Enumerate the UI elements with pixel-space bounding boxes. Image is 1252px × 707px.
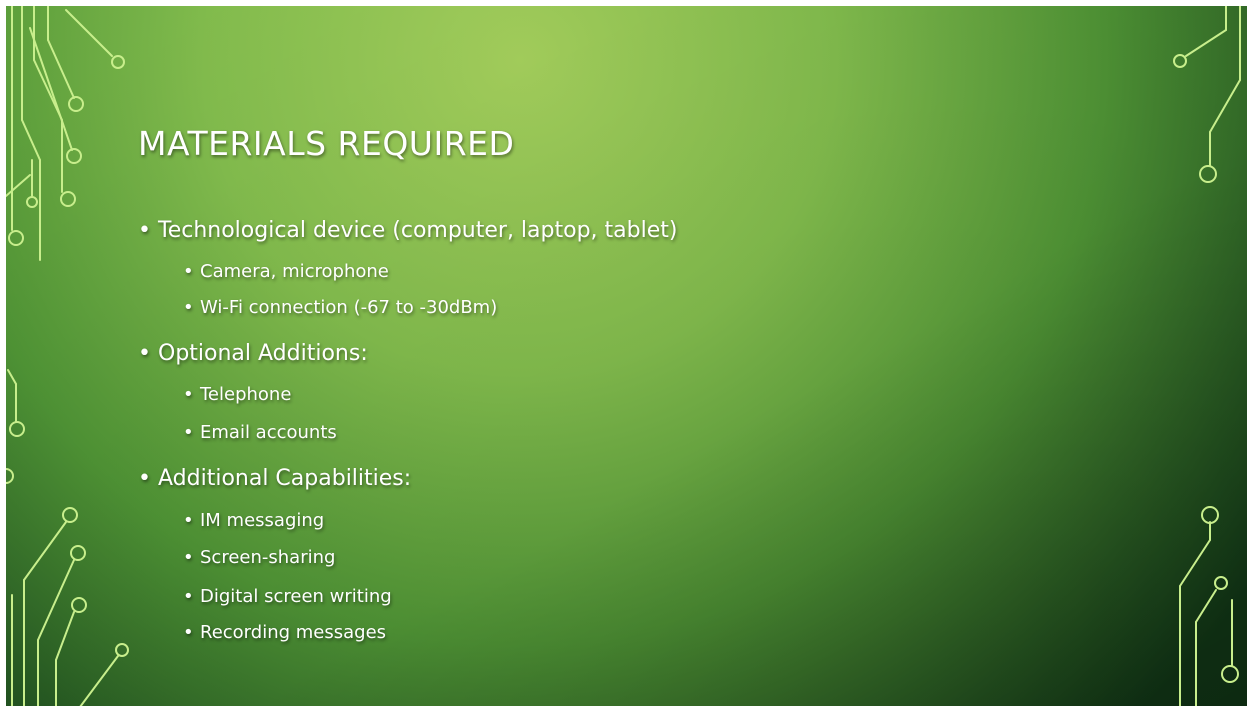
bullet-icon: • bbox=[183, 422, 194, 443]
bullet-text: Optional Additions: bbox=[158, 341, 368, 366]
sub-bullet-item: • Wi-Fi connection (-67 to -30dBm) bbox=[183, 297, 497, 318]
sub-bullet-item: • Camera, microphone bbox=[183, 261, 389, 282]
bullet-icon: • bbox=[138, 218, 151, 243]
sub-bullet-item: • Telephone bbox=[183, 384, 291, 405]
bullet-item: • Technological device (computer, laptop,… bbox=[138, 218, 677, 243]
bullet-icon: • bbox=[183, 547, 194, 568]
sub-bullet-item: • Digital screen writing bbox=[183, 586, 392, 607]
sub-bullet-item: • Email accounts bbox=[183, 422, 337, 443]
bullet-icon: • bbox=[183, 297, 194, 318]
bullet-icon: • bbox=[183, 510, 194, 531]
bullet-item: • Additional Capabilities: bbox=[138, 466, 411, 491]
sub-bullet-text: Wi-Fi connection (-67 to -30dBm) bbox=[200, 297, 498, 318]
sub-bullet-text: Camera, microphone bbox=[200, 261, 389, 282]
bullet-icon: • bbox=[138, 341, 151, 366]
sub-bullet-text: Recording messages bbox=[200, 622, 387, 643]
sub-bullet-text: Telephone bbox=[200, 384, 292, 405]
bullet-icon: • bbox=[183, 261, 194, 282]
sub-bullet-text: Screen-sharing bbox=[200, 547, 336, 568]
bullet-text: Technological device (computer, laptop, … bbox=[158, 218, 678, 243]
slide: MATERIALS REQUIRED • Technological device… bbox=[0, 0, 1252, 707]
sub-bullet-text: Email accounts bbox=[200, 422, 337, 443]
bullet-text: Additional Capabilities: bbox=[158, 466, 412, 491]
slide-content: MATERIALS REQUIRED • Technological device… bbox=[0, 0, 1252, 707]
sub-bullet-item: • Recording messages bbox=[183, 622, 386, 643]
bullet-icon: • bbox=[138, 466, 151, 491]
bullet-icon: • bbox=[183, 586, 194, 607]
bullet-item: • Optional Additions: bbox=[138, 341, 368, 366]
sub-bullet-item: • Screen-sharing bbox=[183, 547, 335, 568]
bullet-icon: • bbox=[183, 622, 194, 643]
bullet-icon: • bbox=[183, 384, 194, 405]
sub-bullet-item: • IM messaging bbox=[183, 510, 324, 531]
slide-title: MATERIALS REQUIRED bbox=[138, 124, 515, 163]
sub-bullet-text: IM messaging bbox=[200, 510, 325, 531]
sub-bullet-text: Digital screen writing bbox=[200, 586, 392, 607]
